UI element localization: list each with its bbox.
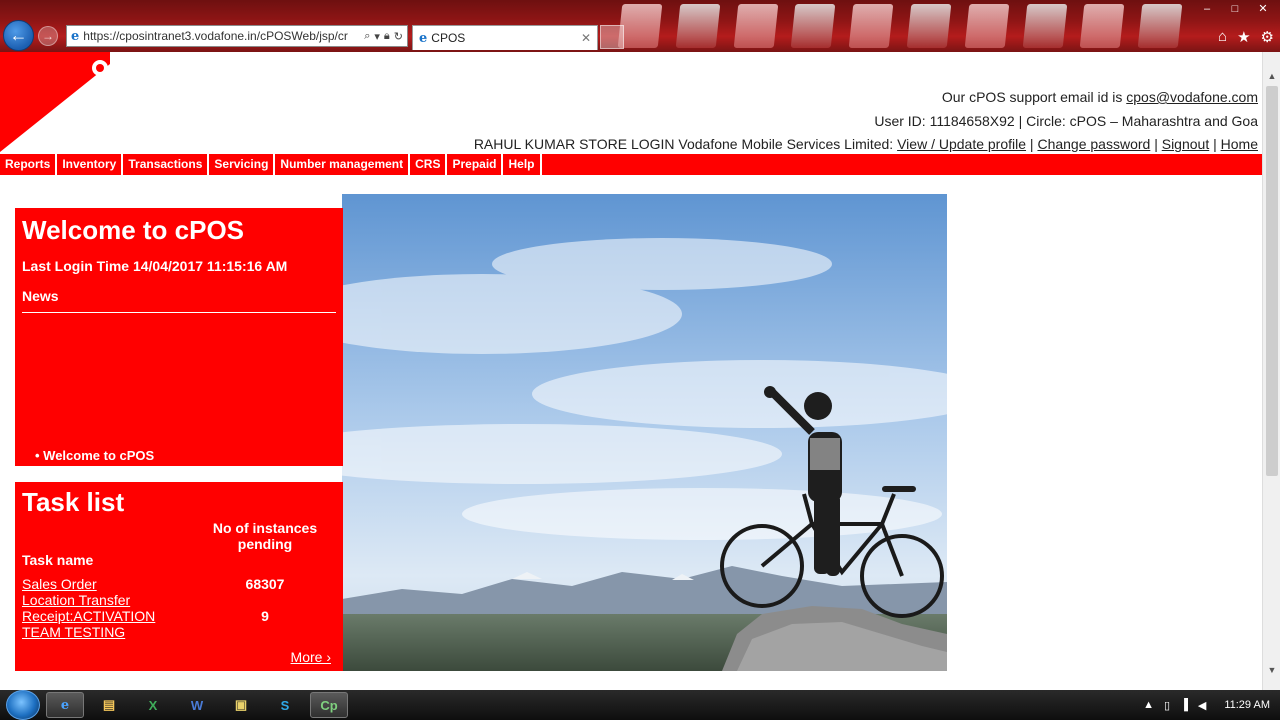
menu-help[interactable]: Help (503, 154, 542, 175)
excel-icon[interactable]: X (134, 692, 172, 718)
battery-icon[interactable]: ▯ (1164, 699, 1170, 712)
page-content: Our cPOS support email id is cpos@vodafo… (0, 52, 1262, 690)
tab-cpos[interactable]: e CPOS ✕ (412, 25, 598, 50)
gear-icon[interactable]: ⚙ (1261, 28, 1274, 46)
taskbar-clock[interactable]: 11:29 AM (1224, 699, 1270, 711)
task-name-column-header: Task name (22, 552, 94, 568)
task-pending-count: 68307 (245, 576, 285, 592)
store-prefix: RAHUL KUMAR STORE LOGIN Vodafone Mobile … (473, 136, 898, 152)
url-text[interactable]: https://cposintranet3.vodafone.in/cPOSWe… (83, 29, 364, 43)
task-row: TEAM TESTING (22, 624, 336, 640)
task-list-rows: Sales Order 68307 Location Transfer Rece… (22, 576, 336, 640)
task-list-panel: Task list Task name No of instances pend… (15, 482, 343, 671)
close-window-button[interactable]: ✕ (1250, 0, 1276, 17)
vodafone-logo (0, 52, 110, 152)
main-menu: Reports Inventory Transactions Servicing… (0, 154, 1262, 175)
new-tab-button[interactable] (600, 25, 624, 49)
maximize-button[interactable]: □ (1222, 0, 1248, 17)
ie-icon: e (419, 30, 428, 46)
more-tasks-link[interactable]: More › (291, 649, 331, 665)
refresh-icon[interactable]: ↻ (394, 30, 403, 43)
menu-crs[interactable]: CRS (410, 154, 448, 175)
scroll-thumb[interactable] (1266, 86, 1278, 476)
ie-icon[interactable]: e (46, 692, 84, 718)
welcome-panel: Welcome to cPOS Last Login Time 14/04/20… (15, 208, 343, 466)
close-tab-icon[interactable]: ✕ (581, 31, 591, 45)
browser-tools: ⌂ ★ ⚙ (1218, 28, 1274, 46)
last-login-time: Last Login Time 14/04/2017 11:15:16 AM (22, 258, 288, 274)
task-row: Receipt:ACTIVATION 9 (22, 608, 336, 624)
folder-icon[interactable]: ▤ (90, 692, 128, 718)
menu-transactions[interactable]: Transactions (123, 154, 210, 175)
back-button[interactable]: ← (3, 20, 34, 51)
home-link[interactable]: Home (1221, 136, 1258, 152)
header-info: Our cPOS support email id is cpos@vodafo… (474, 86, 1258, 157)
browser-chrome: ← → e https://cposintranet3.vodafone.in/… (0, 0, 1280, 52)
task-link-sales-order[interactable]: Sales Order (22, 576, 97, 592)
signal-icon[interactable]: ▐ (1180, 699, 1188, 711)
theme-background (617, 4, 1183, 50)
scroll-down-icon[interactable]: ▼ (1263, 662, 1280, 678)
menu-number-management[interactable]: Number management (275, 154, 411, 175)
address-bar[interactable]: e https://cposintranet3.vodafone.in/cPOS… (66, 25, 408, 47)
page-scrollbar[interactable]: ▲ ▼ (1262, 52, 1280, 690)
separator: | (1026, 136, 1038, 152)
start-button[interactable] (6, 690, 40, 720)
word-icon[interactable]: W (178, 692, 216, 718)
task-link-location-transfer[interactable]: Location Transfer (22, 592, 130, 608)
address-tools: ⌕ ▾ 🔒︎ ↻ (364, 30, 407, 43)
menu-inventory[interactable]: Inventory (57, 154, 124, 175)
window-controls: – □ ✕ (1194, 0, 1276, 17)
star-icon[interactable]: ★ (1237, 28, 1250, 46)
task-row: Sales Order 68307 (22, 576, 336, 592)
menu-prepaid[interactable]: Prepaid (447, 154, 504, 175)
separator: | (1150, 136, 1162, 152)
separator: | (1209, 136, 1221, 152)
tab-title: CPOS (431, 31, 466, 45)
scroll-up-icon[interactable]: ▲ (1263, 68, 1280, 84)
support-email-link[interactable]: cpos@vodafone.com (1126, 89, 1258, 105)
store-line: RAHUL KUMAR STORE LOGIN Vodafone Mobile … (474, 133, 1258, 157)
forward-button[interactable]: → (38, 26, 58, 46)
task-list-title: Task list (22, 487, 125, 517)
dropdown-icon[interactable]: ▾ (374, 30, 380, 43)
skype-icon[interactable]: S (266, 692, 304, 718)
show-hidden-icons[interactable]: ▲ (1143, 699, 1154, 711)
minimize-button[interactable]: – (1194, 0, 1220, 17)
task-link-team-testing[interactable]: TEAM TESTING (22, 624, 125, 640)
menu-reports[interactable]: Reports (0, 154, 58, 175)
search-icon[interactable]: ⌕ (364, 30, 370, 43)
system-tray: ▲ ▯ ▐ ◀ 11:29 AM (1143, 690, 1270, 720)
hero-image (342, 194, 947, 671)
volume-icon[interactable]: ◀ (1198, 699, 1206, 712)
support-line: Our cPOS support email id is cpos@vodafo… (474, 86, 1258, 110)
lock-icon[interactable]: 🔒︎ (384, 30, 390, 43)
home-icon[interactable]: ⌂ (1218, 28, 1227, 46)
menu-servicing[interactable]: Servicing (209, 154, 276, 175)
view-profile-link[interactable]: View / Update profile (897, 136, 1026, 152)
explorer-icon[interactable]: ▣ (222, 692, 260, 718)
ie-icon: e (71, 28, 80, 44)
change-password-link[interactable]: Change password (1037, 136, 1150, 152)
task-list-header: Task name No of instances pending (22, 520, 336, 568)
pending-count-column-header: No of instances pending (212, 520, 318, 552)
user-info: User ID: 11184658X92 | Circle: cPOS – Ma… (874, 112, 1258, 129)
news-ticker-item[interactable]: • Welcome to cPOS (35, 448, 154, 460)
windows-taskbar: e ▤ X W ▣ S Cp ▲ ▯ ▐ ◀ 11:29 AM (0, 690, 1280, 720)
support-prefix: Our cPOS support email id is (941, 89, 1127, 105)
cpos-icon[interactable]: Cp (310, 692, 348, 718)
news-heading: News (22, 288, 336, 313)
task-link-receipt-activation[interactable]: Receipt:ACTIVATION (22, 608, 155, 624)
task-row: Location Transfer (22, 592, 336, 608)
task-pending-count: 9 (261, 608, 269, 624)
welcome-title: Welcome to cPOS (22, 215, 245, 245)
signout-link[interactable]: Signout (1162, 136, 1209, 152)
